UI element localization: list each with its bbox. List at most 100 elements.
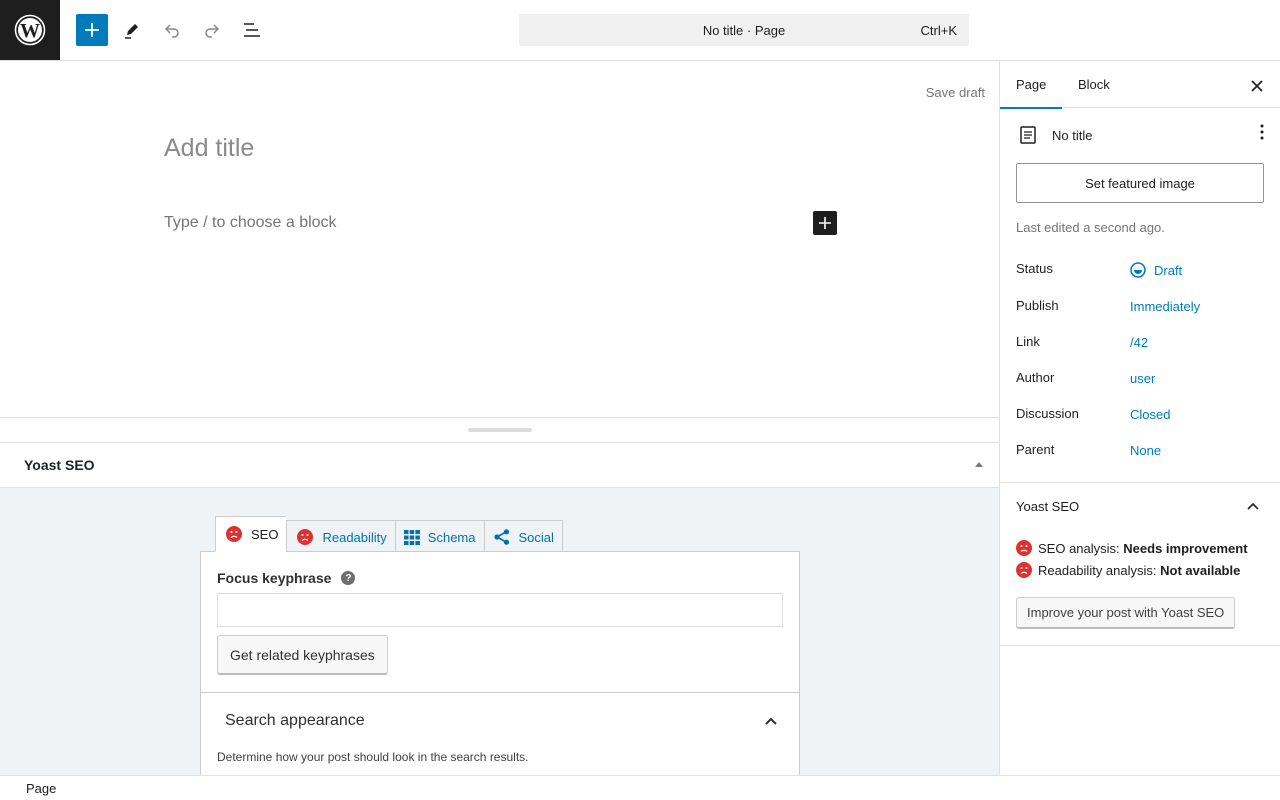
readability-analysis-row: Readability analysis: Not available [1016, 562, 1240, 578]
save-draft-button[interactable]: Save draft [926, 85, 985, 100]
seo-analysis-row: SEO analysis: Needs improvement [1016, 540, 1248, 556]
divider [201, 692, 799, 693]
chevron-up-icon[interactable] [1246, 499, 1260, 516]
focus-keyphrase-text: Focus keyphrase [217, 570, 332, 586]
meta-box-resize-handle[interactable] [0, 417, 999, 443]
sad-face-icon [226, 526, 242, 542]
parent-row: Parent None [1016, 442, 1266, 462]
tab-page[interactable]: Page [1000, 61, 1063, 109]
breadcrumb-page[interactable]: Page [26, 781, 56, 796]
command-palette-button[interactable]: No title · Page Ctrl+K [519, 14, 969, 46]
improve-post-button[interactable]: Improve your post with Yoast SEO [1016, 597, 1236, 629]
collapse-caret-icon[interactable] [975, 462, 983, 467]
undo-icon [164, 24, 179, 38]
readability-analysis-value: Not available [1160, 562, 1241, 578]
pencil-icon [125, 24, 138, 39]
wordpress-icon: W [14, 14, 46, 46]
set-featured-image-button[interactable]: Set featured image [1016, 163, 1264, 203]
author-value-button[interactable]: user [1130, 371, 1155, 386]
yoast-metabox-title: Yoast SEO [24, 457, 95, 473]
publish-value-button[interactable]: Immediately [1130, 299, 1200, 314]
document-overview-button[interactable] [236, 14, 268, 46]
author-row: Author user [1016, 370, 1266, 390]
tab-block[interactable]: Block [1062, 61, 1126, 108]
resize-grip[interactable] [468, 428, 532, 432]
close-sidebar-button[interactable] [1245, 74, 1269, 98]
tools-button[interactable] [116, 14, 148, 46]
tab-seo[interactable]: SEO [215, 516, 287, 552]
publish-row: Publish Immediately [1016, 298, 1266, 318]
seo-panel: Focus keyphrase ? Get related keyphrases… [200, 551, 800, 775]
block-appender[interactable]: Type / to choose a block [164, 214, 337, 232]
redo-icon [205, 24, 220, 38]
close-icon [1251, 80, 1263, 92]
sad-face-icon [1016, 540, 1032, 556]
undo-button[interactable] [156, 14, 188, 46]
yoast-metabox-header[interactable]: Yoast SEO [0, 442, 999, 488]
status-row: Status Draft [1016, 261, 1266, 281]
sad-face-icon [1016, 562, 1032, 578]
sad-face-icon [297, 529, 314, 545]
tab-readability[interactable]: Readability [286, 520, 395, 554]
search-appearance-toggle[interactable]: Search appearance [225, 712, 365, 730]
footer-breadcrumb: Page [0, 775, 1280, 800]
document-card: No title [1016, 123, 1092, 147]
tab-social-label: Social [518, 529, 554, 545]
chevron-up-icon[interactable] [763, 713, 779, 732]
list-view-icon [244, 23, 260, 37]
add-block-button[interactable] [76, 14, 108, 46]
discussion-value-button[interactable]: Closed [1130, 407, 1170, 422]
seo-analysis-value: Needs improvement [1123, 540, 1248, 556]
sidebar-tabs: Page Block [1000, 61, 1280, 109]
status-value: Draft [1154, 262, 1183, 278]
link-row: Link /42 [1016, 334, 1266, 354]
publish-label: Publish [1016, 298, 1059, 313]
status-label: Status [1016, 261, 1053, 276]
redo-button[interactable] [196, 14, 228, 46]
yoast-sidebar-toggle[interactable]: Yoast SEO [1016, 499, 1079, 514]
status-value-button[interactable]: Draft [1130, 262, 1182, 278]
svg-text:W: W [20, 20, 40, 42]
yoast-tabs: SEO Readability Schema Social [215, 516, 563, 554]
yoast-metabox-body: SEO Readability Schema Social Focus keyp… [0, 488, 999, 775]
draft-status-icon [1130, 262, 1146, 278]
seo-analysis-text: SEO analysis: Needs improvement [1038, 541, 1248, 556]
seo-analysis-label: SEO analysis: [1038, 540, 1120, 556]
focus-keyphrase-input[interactable] [217, 593, 783, 627]
inline-add-block-button[interactable] [813, 211, 837, 235]
page-icon [1020, 126, 1036, 144]
grid-icon [403, 529, 420, 545]
get-related-keyphrases-button[interactable]: Get related keyphrases [217, 635, 388, 675]
command-title: No title · Page [702, 22, 786, 38]
tab-schema-label: Schema [427, 529, 476, 545]
readability-analysis-label: Readability analysis: [1038, 562, 1157, 578]
author-label: Author [1016, 370, 1055, 385]
readability-analysis-text: Readability analysis: Not available [1038, 563, 1240, 578]
tab-social[interactable]: Social [483, 520, 563, 554]
help-icon[interactable]: ? [341, 571, 356, 585]
focus-keyphrase-label: Focus keyphrase ? [217, 570, 356, 586]
plus-icon [85, 23, 99, 37]
link-label: Link [1016, 334, 1040, 349]
tab-seo-label: SEO [251, 526, 279, 542]
parent-label: Parent [1016, 442, 1055, 457]
command-shortcut: Ctrl+K [920, 23, 957, 38]
discussion-label: Discussion [1016, 406, 1079, 421]
more-options-icon[interactable] [1260, 123, 1264, 144]
parent-value-button[interactable]: None [1130, 443, 1161, 458]
divider [1000, 482, 1280, 483]
tab-readability-label: Readability [322, 529, 387, 545]
search-appearance-description: Determine how your post should look in t… [217, 750, 529, 764]
divider [1000, 645, 1280, 646]
post-title-input[interactable]: Add title [164, 134, 254, 163]
plus-icon [819, 217, 831, 229]
wordpress-logo-button[interactable]: W [0, 0, 60, 60]
share-icon [493, 529, 510, 545]
last-edited-text: Last edited a second ago. [1016, 220, 1165, 235]
settings-sidebar: Page Block No title Set featured image L… [999, 61, 1280, 775]
tab-schema[interactable]: Schema [394, 520, 484, 554]
editor-canvas: Save draft Add title Type / to choose a … [0, 61, 999, 417]
link-value-button[interactable]: /42 [1130, 335, 1148, 350]
document-title: No title [1052, 127, 1093, 143]
discussion-row: Discussion Closed [1016, 406, 1266, 426]
